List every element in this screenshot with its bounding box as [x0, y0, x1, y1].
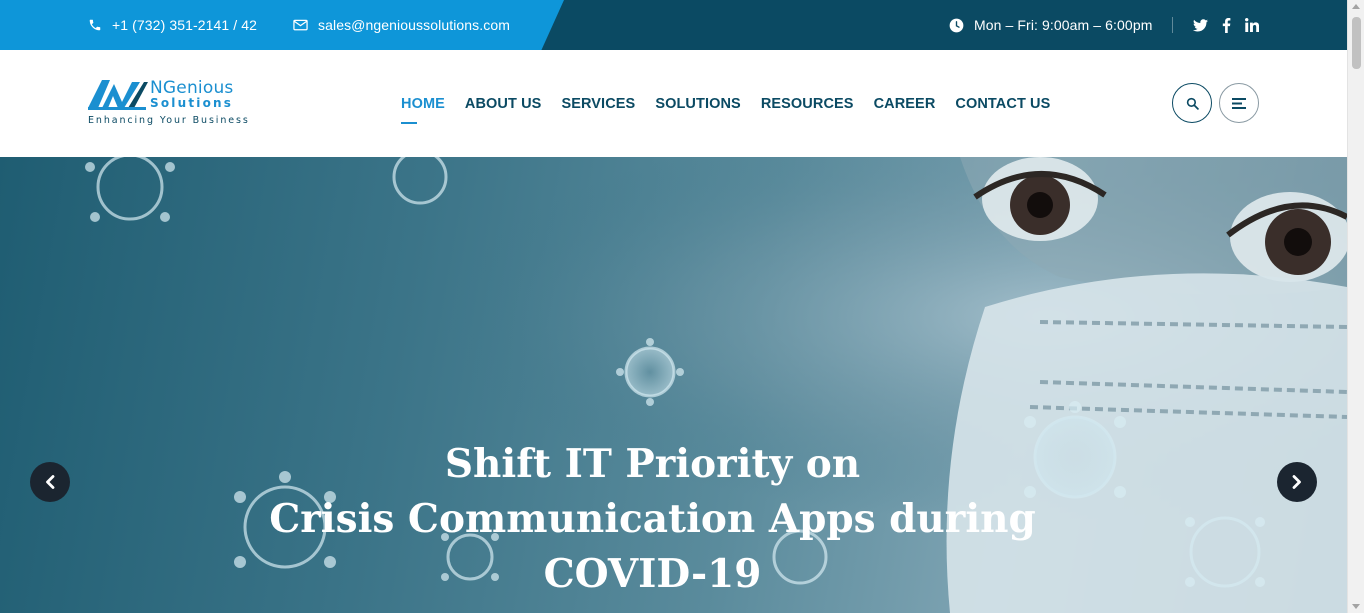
page-scrollbar[interactable] [1347, 0, 1364, 613]
linkedin-icon [1245, 18, 1259, 32]
hero-headline-line-2: Crisis Communication Apps during [269, 496, 1036, 542]
nav-item-solutions[interactable]: SOLUTIONS [655, 96, 741, 112]
hours-text: Mon – Fri: 9:00am – 6:00pm [974, 17, 1153, 33]
top-contact-bar: +1 (732) 351-2141 / 42 sales@ngenioussol… [0, 0, 1347, 50]
logo-tagline: Enhancing Your Business [88, 115, 250, 126]
chevron-right-icon [1292, 475, 1301, 489]
twitter-icon [1193, 18, 1208, 31]
logo-subtitle: Solutions [150, 96, 234, 110]
scroll-down-arrow-icon[interactable] [1352, 604, 1360, 609]
email-link[interactable]: sales@ngenioussolutions.com [293, 0, 510, 50]
nav-item-about-us[interactable]: ABOUT US [465, 96, 542, 112]
linkedin-link[interactable] [1245, 0, 1259, 50]
twitter-link[interactable] [1193, 0, 1208, 50]
scroll-up-arrow-icon[interactable] [1352, 4, 1360, 9]
company-logo[interactable]: NGenious Solutions Enhancing Your Busine… [88, 78, 258, 130]
business-hours: Mon – Fri: 9:00am – 6:00pm [949, 0, 1152, 50]
facebook-icon [1222, 17, 1231, 33]
nav-item-resources[interactable]: RESOURCES [761, 96, 854, 112]
email-address: sales@ngenioussolutions.com [318, 17, 511, 33]
chevron-left-icon [46, 475, 55, 489]
envelope-icon [293, 19, 308, 31]
hero-headline-line-1: Shift IT Priority on [444, 441, 861, 487]
menu-button[interactable] [1219, 83, 1259, 123]
hamburger-icon [1232, 97, 1246, 109]
phone-number: +1 (732) 351-2141 / 42 [112, 17, 258, 33]
hero-slider: Shift IT Priority on Crisis Communicatio… [0, 157, 1347, 613]
scrollbar-thumb[interactable] [1352, 17, 1361, 69]
hero-headline: Shift IT Priority on Crisis Communicatio… [0, 437, 1305, 602]
nav-item-contact-us[interactable]: CONTACT US [955, 96, 1050, 112]
nav-item-career[interactable]: CAREER [874, 96, 936, 112]
logo-name: NGenious [150, 78, 234, 98]
main-navigation: HOME ABOUT US SERVICES SOLUTIONS RESOURC… [401, 50, 1070, 157]
nav-item-services[interactable]: SERVICES [561, 96, 635, 112]
site-header: NGenious Solutions Enhancing Your Busine… [0, 50, 1347, 157]
phone-icon [89, 19, 101, 31]
slider-prev-button[interactable] [30, 462, 70, 502]
slider-next-button[interactable] [1277, 462, 1317, 502]
search-button[interactable] [1172, 83, 1212, 123]
hero-headline-line-3: COVID-19 [543, 551, 762, 597]
topbar-divider [1172, 17, 1173, 33]
logo-mark-icon [88, 80, 148, 110]
clock-icon [949, 18, 964, 32]
facebook-link[interactable] [1222, 0, 1231, 50]
nav-item-home[interactable]: HOME [401, 96, 445, 124]
phone-link[interactable]: +1 (732) 351-2141 / 42 [88, 0, 257, 50]
search-icon [1186, 97, 1199, 110]
